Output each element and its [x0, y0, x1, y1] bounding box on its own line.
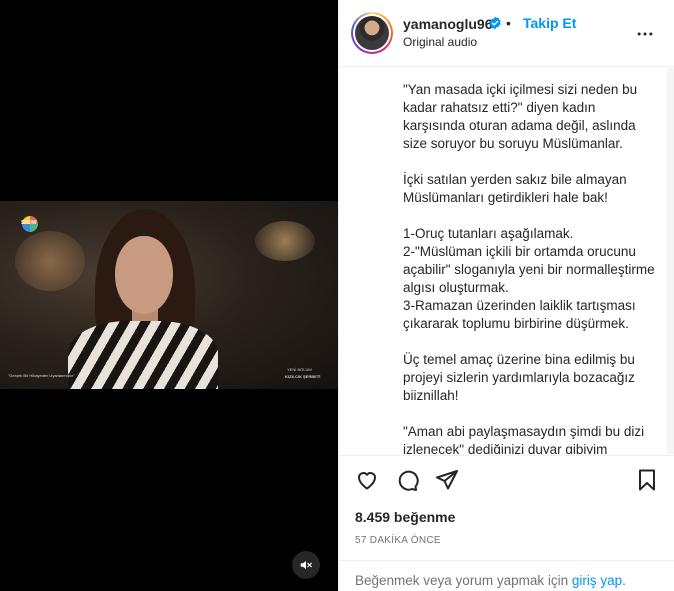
audio-link[interactable]: Original audio [403, 35, 477, 49]
username[interactable]: yamanoglu96 [403, 16, 492, 32]
login-prompt-prefix: Beğenmek veya yorum yapmak için [355, 573, 569, 588]
video-caption-left: "Gerçek Bir Hikayeden Uyarlanmıştır" [8, 373, 75, 378]
comment-icon[interactable] [395, 468, 419, 492]
post-caption: "Yan masada içki içilmesi sizi neden bu … [403, 82, 655, 454]
speaker-muted-icon [300, 560, 312, 570]
login-prompt: Beğenmek veya yorum yapmak için giriş ya… [339, 560, 674, 591]
post-sidebar: yamanoglu96 • Takip Et Original audio "Y… [338, 0, 674, 591]
share-icon[interactable] [435, 468, 459, 492]
channel-logo-text: SHOW [21, 220, 37, 226]
video-frame: SHOW "Gerçek Bir Hikayeden Uyarlanmıştır… [0, 201, 338, 389]
video-player[interactable]: SHOW "Gerçek Bir Hikayeden Uyarlanmıştır… [0, 0, 338, 591]
mute-button[interactable] [292, 551, 320, 579]
heart-icon[interactable] [355, 468, 379, 492]
verified-badge-icon [489, 16, 501, 30]
separator-dot: • [506, 15, 511, 31]
post-timestamp[interactable]: 57 DAKİKA ÖNCE [355, 535, 441, 546]
login-link[interactable]: giriş yap [572, 573, 622, 588]
action-bar [339, 455, 674, 505]
login-prompt-text: Beğenmek veya yorum yapmak için giriş ya… [355, 573, 626, 588]
video-caption-right-1: YENİ BÖLÜM [287, 367, 312, 372]
avatar[interactable] [351, 12, 393, 54]
follow-button[interactable]: Takip Et [523, 15, 576, 31]
bookmark-icon[interactable] [635, 468, 659, 492]
more-options-icon[interactable] [635, 24, 655, 44]
caption-scroll-area[interactable]: "Yan masada içki içilmesi sizi neden bu … [339, 68, 667, 454]
post-header: yamanoglu96 • Takip Et Original audio [339, 0, 674, 67]
like-count[interactable]: 8.459 beğenme [355, 509, 455, 525]
video-caption-right-2: KIZILCIK ŞERBETİ [285, 374, 321, 379]
caption-scrollbar[interactable] [667, 68, 674, 454]
login-prompt-suffix: . [622, 573, 626, 588]
